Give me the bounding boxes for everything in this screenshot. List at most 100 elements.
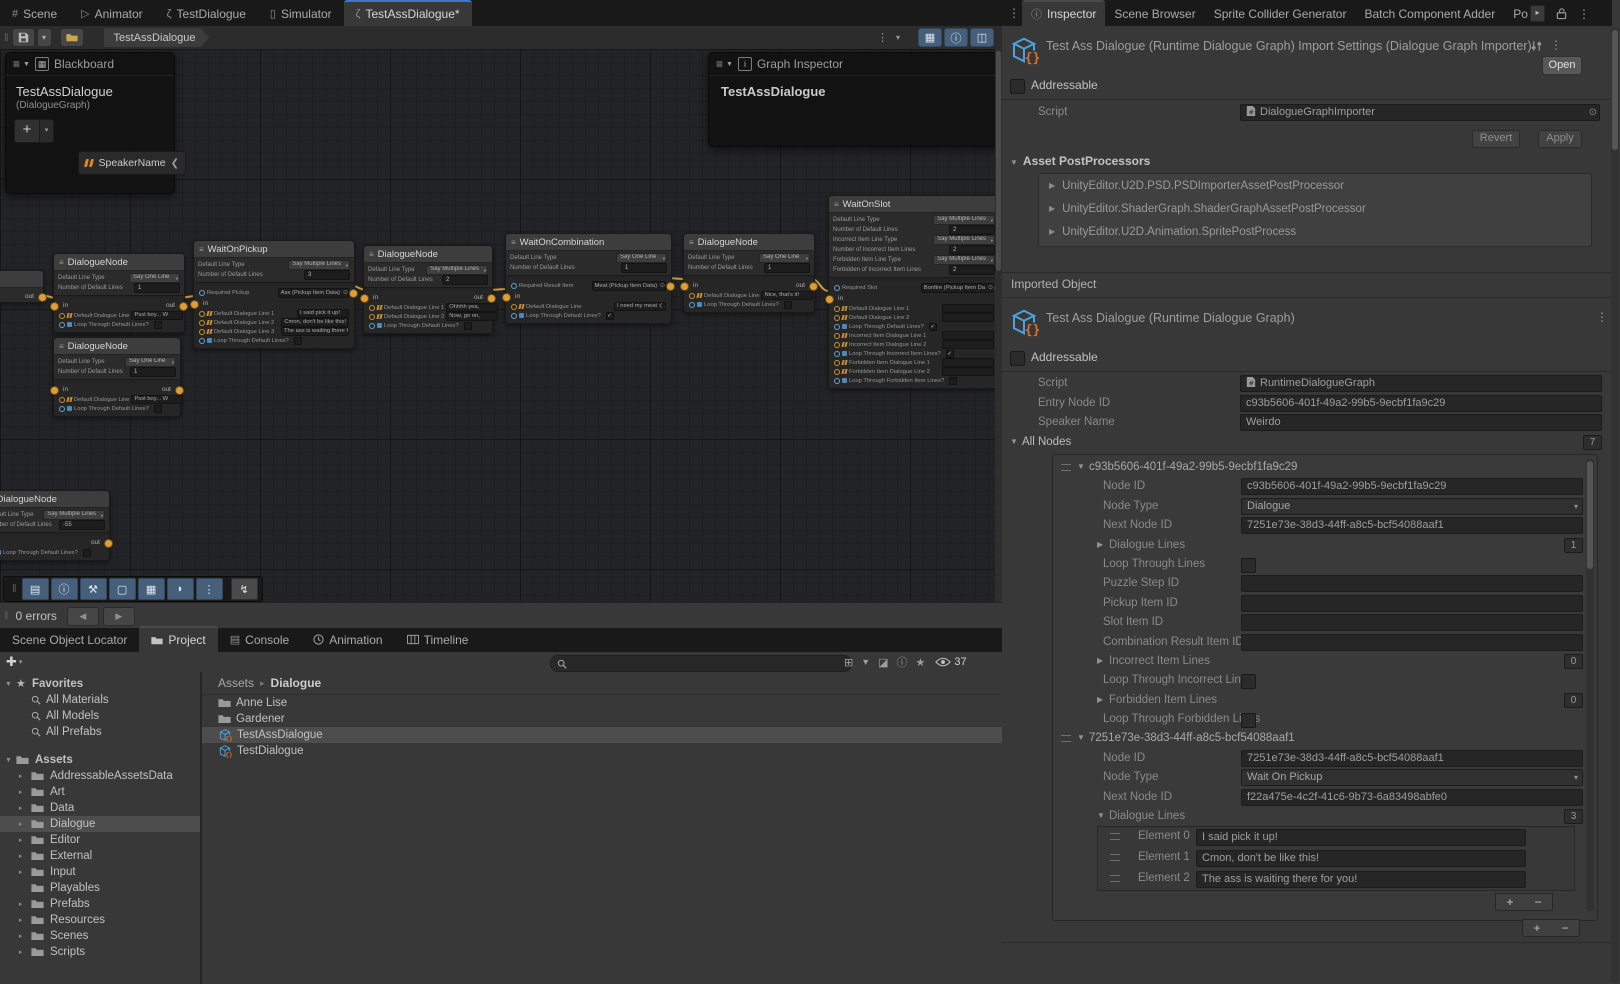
param-input[interactable]: 2	[949, 225, 995, 235]
foldout-arrow-icon[interactable]: ▸	[19, 932, 23, 940]
add-node-button[interactable]: +	[1533, 921, 1540, 935]
blackboard-header[interactable]: ≡ ▼ ▦ Blackboard	[6, 53, 174, 76]
node-title-bar[interactable]: ≡WaitOnCombination	[506, 234, 671, 251]
prop-text-field[interactable]	[942, 358, 994, 367]
count-badge[interactable]: 0	[1564, 654, 1583, 669]
property-dropdown[interactable]: Dialogue	[1241, 498, 1583, 515]
drag-handle-icon[interactable]	[1110, 854, 1120, 861]
presets-icon[interactable]	[1530, 40, 1543, 52]
prop-port-icon[interactable]	[689, 293, 695, 299]
param-input[interactable]: 1	[134, 283, 180, 293]
search-info-icon[interactable]: ⓘ	[897, 654, 908, 670]
inspector-tab-scene-browser[interactable]: Scene Browser	[1105, 1, 1204, 26]
save-button[interactable]	[12, 28, 35, 47]
property-field[interactable]: Weirdo	[1240, 414, 1602, 431]
foldout-arrow-icon[interactable]: ▸	[19, 852, 23, 860]
graph-node-dialoguenode-2[interactable]: ≡DialogueNodeDefault Line TypeSay One Li…	[53, 337, 181, 417]
blackboard-panel[interactable]: ≡ ▼ ▦ Blackboard TestAssDialogue (Dialog…	[5, 52, 175, 194]
script-field[interactable]: #DialogueGraphImporter⊙	[1240, 104, 1600, 121]
layout-tool-button[interactable]: ▦	[138, 578, 165, 600]
count-badge[interactable]: 7	[1583, 435, 1602, 450]
input-port[interactable]	[50, 302, 59, 311]
open-button[interactable]: Open	[1542, 56, 1582, 75]
inspector-tab-sprite-collider-generator[interactable]: Sprite Collider Generator	[1205, 1, 1356, 26]
prop-port-icon[interactable]	[59, 397, 65, 403]
node-title-bar[interactable]: ≡DialogueNode	[0, 491, 109, 508]
drag-handle-icon[interactable]	[1061, 735, 1071, 742]
tree-favorites-root[interactable]: ▼★Favorites	[0, 676, 200, 692]
prop-text-field[interactable]: Nice, that's it!	[761, 291, 813, 300]
search-input[interactable]	[571, 657, 845, 670]
lock-icon[interactable]	[1556, 7, 1567, 20]
param-dropdown[interactable]: Say One Line	[129, 273, 180, 283]
node-title-bar[interactable]: ≡StartNode	[0, 271, 43, 288]
tree-folder-scenes[interactable]: ▸Scenes	[0, 928, 200, 944]
prop-text-field[interactable]	[942, 313, 994, 322]
foldout-arrow-icon[interactable]: ▸	[19, 836, 23, 844]
prop-checkbox[interactable]	[464, 322, 472, 330]
foldout-arrow-icon[interactable]: ▼	[5, 681, 12, 688]
element-field[interactable]: I said pick it up!	[1196, 829, 1526, 846]
param-dropdown[interactable]: Say Multiple Lines	[933, 235, 995, 245]
property-field[interactable]: c93b5606-401f-49a2-99b5-9ecbf1fa9c29	[1241, 478, 1583, 495]
property-checkbox[interactable]	[1241, 713, 1256, 728]
node-title-bar[interactable]: ≡WaitOnSlot	[829, 196, 995, 213]
postprocessors-foldout[interactable]: ▼Asset PostProcessors	[1010, 154, 1150, 168]
param-input[interactable]: 1	[130, 367, 176, 377]
graph-node-startnode-0[interactable]: ≡StartNodeSpeakerNameout	[0, 270, 44, 303]
param-dropdown[interactable]: Say Multiple Lines	[933, 255, 995, 265]
object-field[interactable]: Bonfire (Pickup Item Da	[921, 283, 994, 293]
graph-canvas[interactable]: ≡StartNodeSpeakerNameout ≡DialogueNodeDef…	[0, 49, 995, 602]
input-port[interactable]	[360, 294, 369, 303]
object-picker-icon[interactable]: ⊙	[1589, 105, 1597, 120]
addressable-checkbox[interactable]	[1010, 351, 1025, 366]
inspector-tab-batch-component-adder[interactable]: Batch Component Adder	[1355, 1, 1504, 26]
info-tool-button[interactable]: ⓘ	[51, 578, 78, 600]
output-port[interactable]	[38, 293, 47, 302]
next-error-button[interactable]: ▶	[103, 607, 135, 626]
prop-text-field[interactable]: The ass is waiting there for	[281, 327, 349, 336]
tree-assets-root[interactable]: ▼Assets	[0, 752, 200, 768]
tree-folder-editor[interactable]: ▸Editor	[0, 832, 200, 848]
param-input[interactable]: 3	[304, 270, 350, 280]
graph-node-dialoguenode-6[interactable]: ≡DialogueNodeDefault Line TypeSay One Li…	[683, 233, 815, 313]
prop-port-icon[interactable]	[511, 304, 517, 310]
property-field[interactable]	[1241, 614, 1583, 631]
save-options-button[interactable]: ▾	[37, 28, 52, 47]
prop-checkbox[interactable]	[154, 321, 162, 329]
previous-error-button[interactable]: ◀	[67, 607, 99, 626]
tab-scene-object-locator[interactable]: Scene Object Locator	[0, 627, 139, 652]
param-input[interactable]: 2	[442, 275, 488, 285]
prop-text-field[interactable]	[942, 367, 994, 376]
addressable-checkbox[interactable]	[1010, 79, 1025, 94]
prop-port-icon[interactable]	[834, 378, 840, 384]
tree-item-all-materials[interactable]: All Materials	[0, 692, 200, 708]
prop-text-field[interactable]: I said pick it up!	[297, 309, 349, 318]
more-tools-button[interactable]: ⋮	[196, 578, 223, 600]
graph-node-waitonslot-7[interactable]: ≡WaitOnSlotDefault Line TypeSay Multiple…	[828, 195, 995, 389]
node-title-bar[interactable]: ≡DialogueNode	[684, 234, 814, 251]
collapse-icon[interactable]: ▼	[726, 61, 733, 68]
postprocessor-row[interactable]: ▶UnityEditor.U2D.PSD.PSDImporterAssetPos…	[1039, 174, 1591, 197]
scrollbar-thumb[interactable]	[1587, 461, 1593, 569]
blackboard-add-button[interactable]: +	[14, 119, 40, 143]
param-input[interactable]: 1	[621, 263, 667, 273]
node-title-bar[interactable]: ≡DialogueNode	[54, 338, 180, 355]
add-element-button[interactable]: +	[1506, 895, 1513, 909]
input-port[interactable]	[502, 293, 511, 302]
prop-port-icon[interactable]	[834, 315, 840, 321]
debug-tool-button[interactable]: ↯	[231, 578, 258, 600]
element-field[interactable]: Cmon, don't be like this!	[1196, 850, 1526, 867]
prop-text-field[interactable]	[942, 304, 994, 313]
object-port-icon[interactable]	[511, 283, 517, 289]
prop-text-field[interactable]	[942, 331, 994, 340]
toolbar-caret-icon[interactable]: ▾	[896, 33, 900, 42]
contrast-tool-button[interactable]: ◗	[167, 578, 194, 600]
save-search-icon[interactable]: ⊞	[844, 656, 853, 669]
create-asset-button[interactable]: ✚	[6, 654, 17, 670]
hidden-object-count[interactable]: 37	[935, 656, 966, 668]
graph-node-dialoguenode-4[interactable]: ≡DialogueNodeDefault Line TypeSay Multip…	[363, 245, 493, 334]
param-input[interactable]: 2	[949, 245, 995, 255]
prop-checkbox[interactable]: ✓	[946, 350, 954, 358]
prop-port-icon[interactable]	[369, 305, 375, 311]
